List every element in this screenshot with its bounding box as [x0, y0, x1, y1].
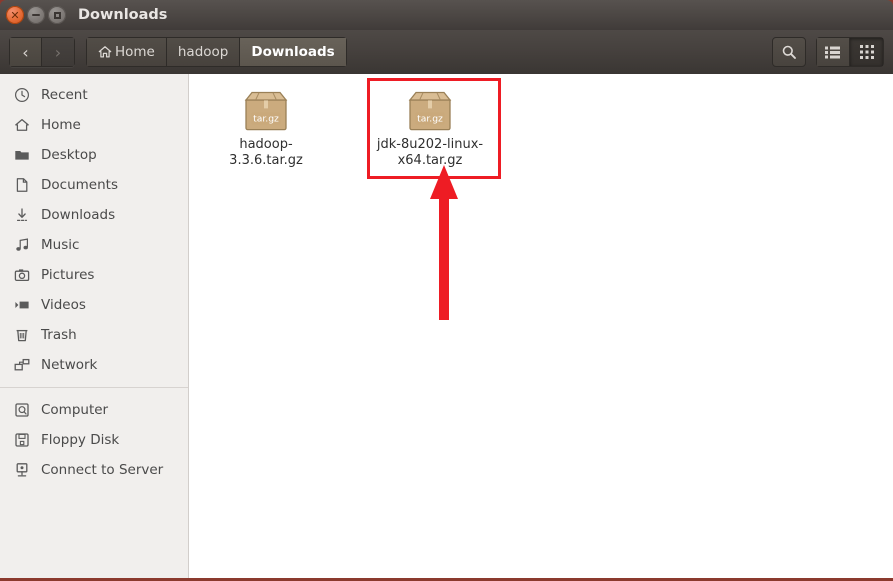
sidebar-item-downloads[interactable]: Downloads	[0, 200, 188, 230]
folder-icon	[13, 146, 31, 164]
sidebar-item-desktop[interactable]: Desktop	[0, 140, 188, 170]
view-toggle-group	[816, 37, 884, 67]
forward-button[interactable]: ›	[42, 37, 75, 67]
breadcrumb-item-home-label: Home	[115, 44, 155, 60]
clock-icon	[13, 86, 31, 104]
sidebar-divider	[0, 387, 188, 388]
svg-text:tar.gz: tar.gz	[417, 114, 443, 125]
sidebar-item-home-label: Home	[41, 117, 81, 133]
list-view-button[interactable]	[816, 37, 850, 67]
sidebar-item-home[interactable]: Home	[0, 110, 188, 140]
sidebar-item-desktop-label: Desktop	[41, 147, 97, 163]
floppy-icon	[13, 431, 31, 449]
server-icon	[13, 461, 31, 479]
title-bar: ✕ Downloads	[0, 0, 893, 30]
breadcrumb-item-downloads[interactable]: Downloads	[240, 37, 347, 67]
sidebar-item-trash-label: Trash	[41, 327, 77, 343]
back-button[interactable]: ‹	[9, 37, 42, 67]
sidebar-item-videos-label: Videos	[41, 297, 86, 313]
grid-view-icon	[859, 45, 874, 59]
window-controls: ✕	[6, 6, 66, 24]
document-icon	[13, 176, 31, 194]
maximize-button[interactable]	[48, 6, 66, 24]
search-button[interactable]	[772, 37, 806, 67]
breadcrumb-item-home[interactable]: Home	[86, 37, 167, 67]
sidebar-item-computer[interactable]: Computer	[0, 395, 188, 425]
minimize-icon	[32, 14, 40, 16]
sidebar-item-connect-to-server[interactable]: Connect to Server	[0, 455, 188, 485]
file-name-label: jdk-8u202-linux-x64.tar.gz	[376, 137, 484, 169]
breadcrumb: Home hadoop Downloads	[86, 37, 347, 67]
sidebar-item-music[interactable]: Music	[0, 230, 188, 260]
list-view-icon	[825, 46, 840, 58]
camera-icon	[13, 266, 31, 284]
sidebar-item-network[interactable]: Network	[0, 350, 188, 380]
sidebar-item-recent[interactable]: Recent	[0, 80, 188, 110]
sidebar-item-documents-label: Documents	[41, 177, 118, 193]
search-icon	[782, 45, 796, 59]
sidebar-item-documents[interactable]: Documents	[0, 170, 188, 200]
sidebar[interactable]: Recent Home Desktop Documents Downloads …	[0, 74, 189, 578]
archive-icon: tar.gz	[371, 84, 489, 132]
network-icon	[13, 356, 31, 374]
file-name-label: hadoop-3.3.6.tar.gz	[229, 137, 303, 169]
file-manager-window: ✕ Downloads ‹ › Home hadoop Downloads Re…	[0, 0, 893, 581]
window-body: Recent Home Desktop Documents Downloads …	[0, 74, 893, 578]
close-icon: ✕	[10, 8, 20, 22]
sidebar-item-videos[interactable]: Videos	[0, 290, 188, 320]
harddisk-icon	[13, 401, 31, 419]
trash-icon	[13, 326, 31, 344]
svg-text:tar.gz: tar.gz	[253, 114, 279, 125]
breadcrumb-item-hadoop[interactable]: hadoop	[166, 37, 241, 67]
breadcrumb-item-hadoop-label: hadoop	[177, 44, 229, 60]
sidebar-item-connect-to-server-label: Connect to Server	[41, 462, 164, 478]
sidebar-item-computer-label: Computer	[41, 402, 109, 418]
file-list-view[interactable]: tar.gz hadoop-3.3.6.tar.gz tar.gz jdk-8u…	[189, 74, 893, 578]
grid-view-button[interactable]	[850, 37, 884, 67]
sidebar-item-pictures-label: Pictures	[41, 267, 95, 283]
maximize-icon	[53, 11, 61, 19]
sidebar-item-floppy-disk-label: Floppy Disk	[41, 432, 120, 448]
minimize-button[interactable]	[27, 6, 45, 24]
video-icon	[13, 296, 31, 314]
file-item[interactable]: tar.gz hadoop-3.3.6.tar.gz	[207, 84, 325, 170]
file-item[interactable]: tar.gz jdk-8u202-linux-x64.tar.gz	[371, 84, 489, 170]
navigation-buttons: ‹ ›	[9, 37, 75, 67]
close-button[interactable]: ✕	[6, 6, 24, 24]
sidebar-item-pictures[interactable]: Pictures	[0, 260, 188, 290]
toolbar-actions	[772, 37, 884, 67]
music-note-icon	[13, 236, 31, 254]
sidebar-item-floppy-disk[interactable]: Floppy Disk	[0, 425, 188, 455]
sidebar-item-network-label: Network	[41, 357, 98, 373]
sidebar-item-downloads-label: Downloads	[41, 207, 116, 223]
download-icon	[13, 206, 31, 224]
sidebar-item-recent-label: Recent	[41, 87, 88, 103]
home-icon	[13, 116, 31, 134]
home-icon	[98, 46, 112, 58]
toolbar: ‹ › Home hadoop Downloads	[0, 30, 893, 74]
breadcrumb-item-downloads-label: Downloads	[251, 44, 335, 60]
window-title: Downloads	[78, 7, 168, 23]
archive-icon: tar.gz	[207, 84, 325, 132]
sidebar-item-trash[interactable]: Trash	[0, 320, 188, 350]
sidebar-item-music-label: Music	[41, 237, 80, 253]
